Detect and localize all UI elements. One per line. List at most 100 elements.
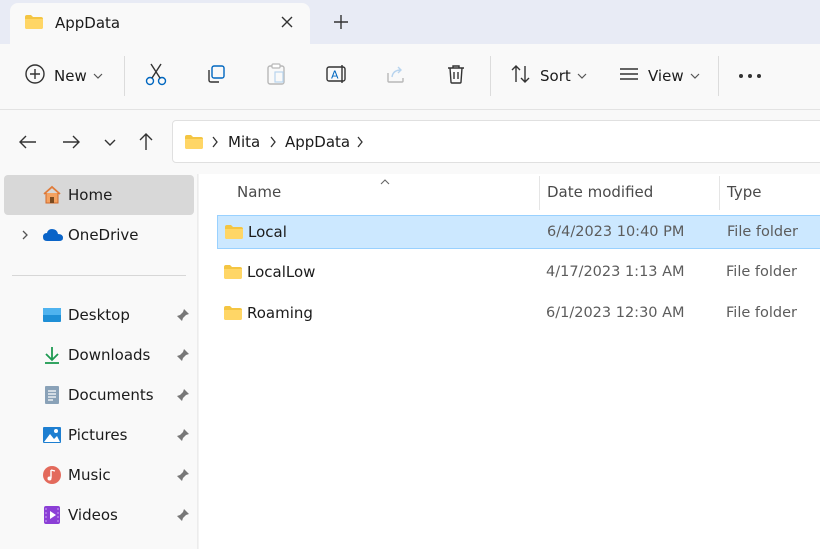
column-divider[interactable] [719, 176, 720, 210]
column-header: Name Date modified Type [199, 174, 820, 210]
sidebar-item-label: Pictures [68, 426, 128, 444]
svg-text:A: A [331, 69, 339, 82]
file-type: File folder [727, 224, 798, 240]
column-name[interactable]: Name [237, 183, 281, 201]
view-list-icon [618, 64, 640, 88]
forward-arrow-icon[interactable] [59, 130, 83, 154]
sidebar-item-onedrive[interactable]: OneDrive [4, 215, 194, 255]
chevron-down-icon [690, 68, 700, 84]
sidebar-item-downloads[interactable]: Downloads [4, 335, 194, 375]
chevron-right-icon[interactable] [18, 228, 32, 242]
picture-icon [42, 425, 62, 445]
chevron-right-icon[interactable] [211, 136, 219, 152]
download-icon [42, 345, 62, 365]
sort-ascending-icon [379, 174, 391, 190]
copy-icon [205, 63, 227, 89]
new-tab-icon[interactable] [330, 11, 352, 33]
date-modified: 4/17/2023 1:13 AM [546, 264, 685, 280]
file-type: File folder [726, 264, 797, 280]
sidebar-item-label: OneDrive [68, 226, 139, 244]
more-icon [738, 68, 762, 84]
file-type: File folder [726, 305, 797, 321]
sidebar-item-label: Desktop [68, 306, 130, 324]
desktop-icon [42, 305, 62, 325]
chevron-right-icon[interactable] [356, 136, 364, 152]
pin-icon [176, 348, 190, 362]
sidebar-item-desktop[interactable]: Desktop [4, 295, 194, 335]
date-modified: 6/4/2023 10:40 PM [547, 224, 685, 240]
chevron-down-icon [577, 68, 587, 84]
new-button[interactable]: New [24, 58, 103, 94]
folder-icon [224, 224, 244, 244]
folder-icon [184, 134, 204, 154]
pin-icon [176, 508, 190, 522]
chevron-down-icon [93, 68, 103, 84]
breadcrumb-item-mita[interactable]: Mita [228, 133, 260, 151]
clipboard-icon [265, 62, 287, 90]
folder-icon [24, 14, 44, 34]
chevron-right-icon[interactable] [269, 136, 277, 152]
sidebar-item-documents[interactable]: Documents [4, 375, 194, 415]
home-icon [42, 185, 62, 205]
sidebar-item-music[interactable]: Music [4, 455, 194, 495]
column-type[interactable]: Type [727, 183, 761, 201]
date-modified: 6/1/2023 12:30 AM [546, 305, 685, 321]
file-name: Local [248, 223, 287, 241]
back-arrow-icon[interactable] [16, 130, 40, 154]
paste-button[interactable] [265, 58, 287, 94]
sidebar-item-label: Downloads [68, 346, 151, 364]
column-date-modified[interactable]: Date modified [547, 183, 653, 201]
new-label: New [54, 67, 87, 85]
sidebar-item-label: Documents [68, 386, 154, 404]
view-button[interactable]: View [618, 58, 700, 94]
more-options-button[interactable] [738, 58, 762, 94]
folder-icon [223, 264, 243, 284]
tab-appdata[interactable]: AppData [10, 3, 310, 44]
music-icon [42, 465, 62, 485]
file-name: Roaming [247, 304, 313, 322]
pin-icon [176, 388, 190, 402]
copy-button[interactable] [205, 58, 227, 94]
toolbar-divider [490, 56, 491, 96]
table-row[interactable]: Local 6/4/2023 10:40 PM File folder [217, 215, 820, 249]
view-label: View [648, 67, 684, 85]
sidebar-item-label: Videos [68, 506, 118, 524]
folder-icon [223, 305, 243, 325]
file-name: LocalLow [247, 263, 316, 281]
table-row[interactable]: LocalLow 4/17/2023 1:13 AM File folder [217, 256, 820, 290]
breadcrumb-item-appdata[interactable]: AppData [285, 133, 350, 151]
close-tab-icon[interactable] [276, 11, 298, 33]
delete-button[interactable] [445, 58, 467, 94]
sidebar-item-home[interactable]: Home [4, 175, 194, 215]
sort-icon [510, 64, 532, 88]
sidebar-divider [12, 275, 186, 276]
share-icon [385, 63, 407, 89]
sort-button[interactable]: Sort [510, 58, 587, 94]
rename-icon: A [325, 63, 349, 89]
cut-button[interactable] [145, 58, 167, 94]
sidebar-item-pictures[interactable]: Pictures [4, 415, 194, 455]
breadcrumb: Mita AppData [173, 121, 820, 164]
file-list: Name Date modified Type Local 6/4/2023 1… [199, 174, 820, 549]
toolbar-divider [124, 56, 125, 96]
toolbar-divider [718, 56, 719, 96]
video-icon [42, 505, 62, 525]
navigation-pane: Home OneDrive Desktop Downloads Document… [0, 174, 198, 549]
tab-title: AppData [55, 14, 121, 32]
sidebar-item-label: Home [68, 186, 113, 204]
share-button[interactable] [385, 58, 407, 94]
command-bar: New A Sort View [0, 44, 820, 110]
tab-bar: AppData [0, 0, 820, 44]
recent-locations-chevron-icon[interactable] [98, 130, 122, 154]
address-bar[interactable]: Mita AppData [172, 120, 820, 163]
pin-icon [176, 428, 190, 442]
sidebar-item-videos[interactable]: Videos [4, 495, 194, 535]
table-row[interactable]: Roaming 6/1/2023 12:30 AM File folder [217, 297, 820, 331]
up-arrow-icon[interactable] [134, 130, 158, 154]
trash-icon [445, 63, 467, 89]
cloud-icon [42, 225, 63, 245]
rename-button[interactable]: A [325, 58, 349, 94]
sidebar-item-label: Music [68, 466, 111, 484]
column-divider[interactable] [539, 176, 540, 210]
plus-circle-icon [24, 63, 46, 89]
